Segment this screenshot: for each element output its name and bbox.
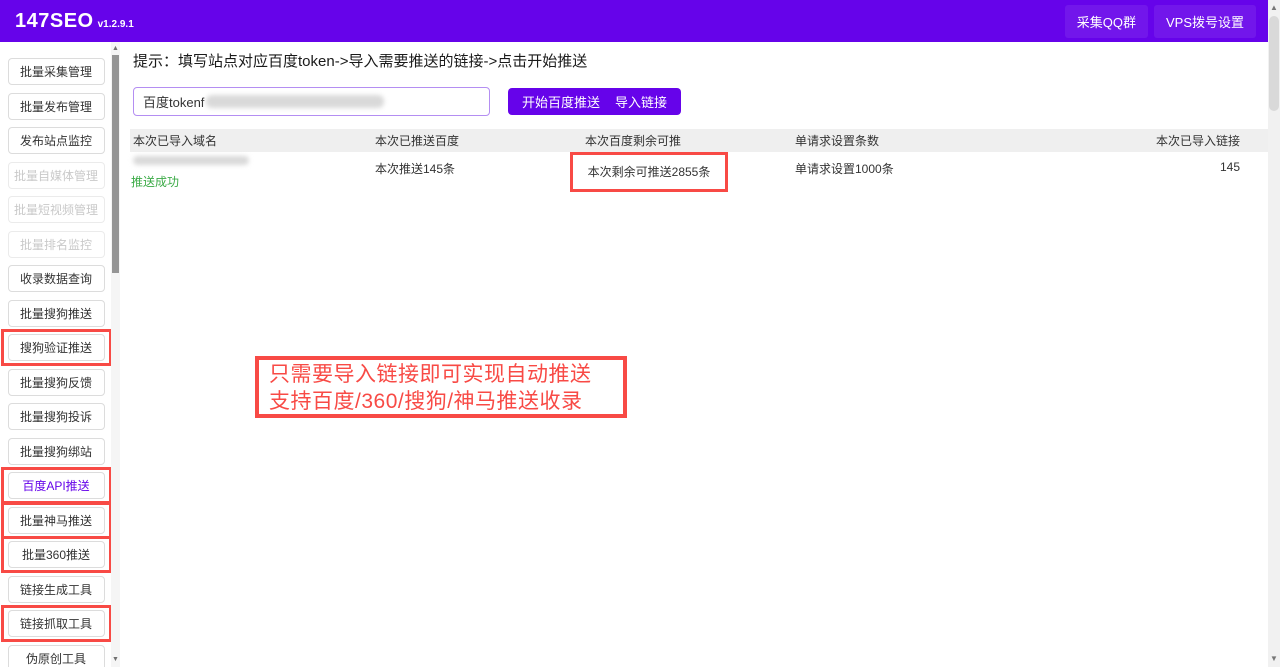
- column-header-imported: 本次已导入链接: [1005, 132, 1268, 149]
- sidebar-item-sogou-complaint[interactable]: 批量搜狗投诉: [8, 403, 105, 430]
- import-links-button[interactable]: 导入链接: [601, 88, 681, 115]
- sidebar-item-sogou-verify-push[interactable]: 搜狗验证推送: [8, 334, 105, 361]
- nav-vps-settings-button[interactable]: VPS拨号设置: [1154, 5, 1256, 38]
- cell-pushed: 本次推送145条: [375, 152, 585, 177]
- annotation-line-1: 只需要导入链接即可实现自动推送: [269, 361, 623, 388]
- sidebar-item-link-generate[interactable]: 链接生成工具: [8, 576, 105, 603]
- highlight-box-remaining: 本次剩余可推送2855条: [570, 152, 728, 192]
- page-scrollbar-thumb[interactable]: [1269, 16, 1279, 111]
- sidebar-item-shenma-push[interactable]: 批量神马推送: [8, 507, 105, 534]
- cell-domain: 推送成功: [130, 152, 375, 190]
- sidebar-item-sogou-push[interactable]: 批量搜狗推送: [8, 300, 105, 327]
- sidebar-scrollbar[interactable]: ▲ ▼: [111, 42, 120, 667]
- highlight-box-annotation: 只需要导入链接即可实现自动推送 支持百度/360/搜狗/神马推送收录: [255, 356, 627, 418]
- sidebar-item-baidu-api-push[interactable]: 百度API推送: [8, 472, 105, 499]
- sidebar-scrollbar-thumb[interactable]: [112, 55, 119, 273]
- sidebar-item-pseudo-original[interactable]: 伪原创工具: [8, 645, 105, 667]
- sidebar-item-site-monitor[interactable]: 发布站点监控: [8, 127, 105, 154]
- top-header: 147SEO v1.2.9.1 采集QQ群 VPS拨号设置: [0, 0, 1268, 42]
- remaining-value: 本次剩余可推送2855条: [588, 165, 711, 179]
- sidebar-item-rank-monitor: 批量排名监控: [8, 231, 105, 258]
- sidebar-item-batch-collect[interactable]: 批量采集管理: [8, 58, 105, 85]
- annotation-line-2: 支持百度/360/搜狗/神马推送收录: [269, 388, 623, 415]
- scroll-down-icon[interactable]: ▼: [111, 655, 120, 665]
- brand-name: 147SEO: [15, 10, 94, 33]
- column-header-per-request: 单请求设置条数: [795, 132, 1005, 149]
- sidebar: 批量采集管理 批量发布管理 发布站点监控 批量自媒体管理 批量短视频管理 批量排…: [0, 42, 112, 667]
- sidebar-item-batch-publish[interactable]: 批量发布管理: [8, 93, 105, 120]
- sidebar-item-media-manage: 批量自媒体管理: [8, 162, 105, 189]
- top-nav: 采集QQ群 VPS拨号设置: [1065, 5, 1256, 38]
- sidebar-item-360-push[interactable]: 批量360推送: [8, 541, 105, 568]
- page-scroll-down-icon[interactable]: ▼: [1268, 653, 1280, 665]
- start-baidu-push-button[interactable]: 开始百度推送: [508, 88, 614, 115]
- sidebar-item-link-crawl[interactable]: 链接抓取工具: [8, 610, 105, 637]
- cell-per-request: 单请求设置1000条: [795, 152, 1005, 177]
- cell-remaining: 本次剩余可推送2855条: [585, 152, 795, 192]
- sidebar-item-sogou-feedback[interactable]: 批量搜狗反馈: [8, 369, 105, 396]
- page-scroll-up-icon[interactable]: ▲: [1268, 2, 1280, 14]
- redacted-token: [206, 95, 384, 108]
- table-row: 推送成功 本次推送145条 本次剩余可推送2855条 单请求设置1000条 14…: [130, 152, 1268, 195]
- app-logo: 147SEO v1.2.9.1: [15, 10, 134, 33]
- app-version: v1.2.9.1: [98, 19, 134, 30]
- token-input-value: 百度tokenf: [143, 92, 204, 111]
- push-status-label: 推送成功: [131, 173, 375, 190]
- sidebar-item-index-query[interactable]: 收录数据查询: [8, 265, 105, 292]
- sidebar-item-short-video: 批量短视频管理: [8, 196, 105, 223]
- column-header-pushed: 本次已推送百度: [375, 132, 585, 149]
- sidebar-item-sogou-bind[interactable]: 批量搜狗绑站: [8, 438, 105, 465]
- column-header-remaining: 本次百度剩余可推: [585, 132, 795, 149]
- page-scrollbar[interactable]: ▲ ▼: [1268, 0, 1280, 667]
- page-tip: 提示：填写站点对应百度token->导入需要推送的链接->点击开始推送: [133, 50, 587, 71]
- table-header: 本次已导入域名 本次已推送百度 本次百度剩余可推 单请求设置条数 本次已导入链接: [130, 129, 1268, 152]
- scroll-up-icon[interactable]: ▲: [111, 44, 120, 54]
- cell-imported: 145: [1005, 152, 1268, 174]
- nav-qq-group-button[interactable]: 采集QQ群: [1065, 5, 1148, 38]
- redacted-domain: [133, 156, 249, 165]
- baidu-token-input[interactable]: 百度tokenf: [133, 87, 490, 116]
- column-header-domain: 本次已导入域名: [130, 132, 375, 149]
